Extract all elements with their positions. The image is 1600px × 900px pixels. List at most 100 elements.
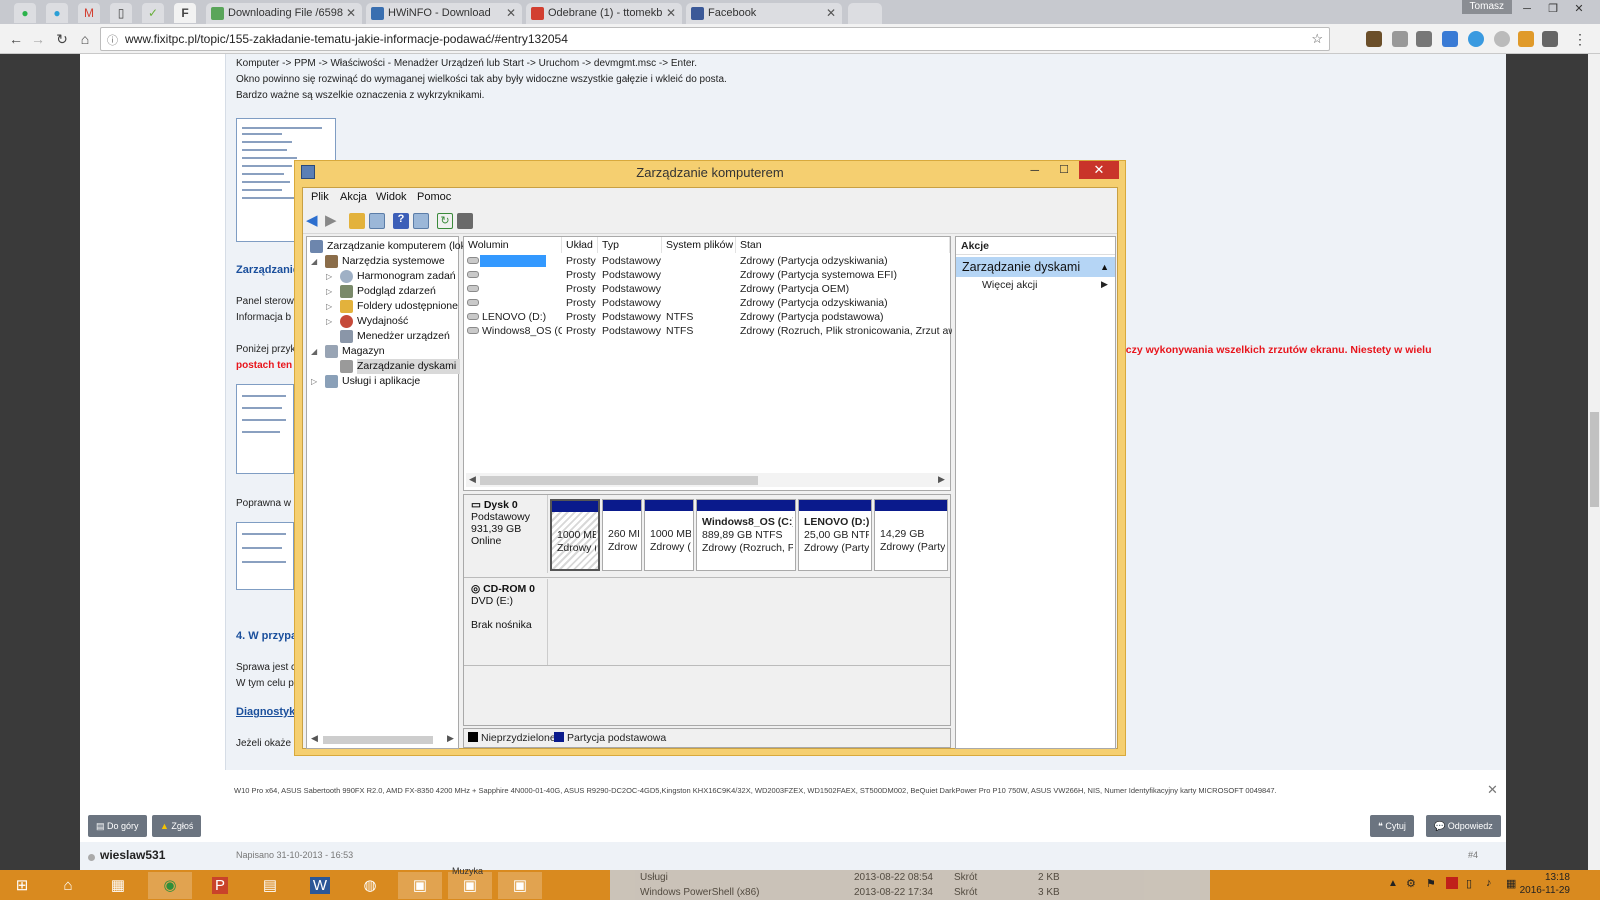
tab-gmail[interactable]: Odebrane (1) - ttomekb ✕: [526, 3, 682, 24]
show-tree-icon[interactable]: [369, 213, 385, 229]
partition-block[interactable]: 14,29 GB Zdrowy (Party: [874, 499, 948, 571]
keyboard-tray-icon[interactable]: ▦: [1506, 877, 1516, 890]
close-icon[interactable]: ✕: [666, 3, 676, 24]
tree-item-task-scheduler[interactable]: ▷ Harmonogram zadań: [326, 269, 456, 284]
extension-icon[interactable]: [1442, 31, 1458, 47]
start-button[interactable]: ⊞: [0, 872, 44, 899]
page-info-icon[interactable]: ⓘ: [107, 32, 118, 48]
close-window-icon[interactable]: ✕: [1079, 161, 1119, 179]
profile-badge[interactable]: Tomasz: [1461, 0, 1512, 14]
partition-block[interactable]: Windows8_OS (C:) 889,89 GB NTFS Zdrowy (Ro…: [696, 499, 796, 571]
menu-icon[interactable]: ⋮: [1570, 30, 1590, 48]
expand-icon[interactable]: ▷: [326, 299, 332, 314]
help-icon[interactable]: ?: [393, 213, 409, 229]
taskbar-explorer[interactable]: ▦: [96, 872, 140, 899]
volume-row[interactable]: Windows8_OS (C:)ProstyPodstawowyNTFSZdro…: [464, 324, 952, 338]
scrollbar-thumb[interactable]: [480, 476, 758, 485]
forward-icon[interactable]: →: [28, 30, 48, 48]
expand-icon[interactable]: ▷: [326, 269, 332, 284]
forward-arrow-icon[interactable]: ▶: [325, 213, 341, 229]
power-tray-icon[interactable]: ▯: [1466, 877, 1472, 890]
back-icon[interactable]: ←: [6, 30, 26, 48]
post-number[interactable]: #4: [1468, 850, 1478, 860]
diagnostics-link[interactable]: Diagnostyk: [236, 706, 295, 718]
eyedropper-icon[interactable]: [1392, 31, 1408, 47]
close-icon[interactable]: ✕: [346, 3, 356, 24]
collapse-icon[interactable]: ◢: [311, 254, 317, 269]
close-icon[interactable]: ✕: [506, 3, 516, 24]
partition-block[interactable]: 260 MI Zdrow: [602, 499, 642, 571]
cdrom-0-label[interactable]: ◎ CD-ROM 0 DVD (E:) Brak nośnika: [464, 579, 548, 665]
tab-download[interactable]: Downloading File /6598 ✕: [206, 3, 362, 24]
close-icon[interactable]: ✕: [1487, 782, 1498, 798]
tree-item-storage[interactable]: ◢ Magazyn: [311, 344, 385, 359]
taskbar-home[interactable]: ⌂: [46, 872, 90, 899]
expand-icon[interactable]: ▷: [326, 284, 332, 299]
post-author[interactable]: wieslaw531: [100, 848, 165, 862]
menu-file[interactable]: Plik: [311, 191, 329, 203]
column-header-filesystem[interactable]: System plików: [662, 237, 736, 253]
back-to-top-button[interactable]: ▤ Do góry: [88, 815, 147, 837]
actions-section-disk-management[interactable]: Zarządzanie dyskami ▲: [956, 257, 1115, 277]
taskbar-powerpoint[interactable]: P: [198, 872, 242, 899]
tab-facebook[interactable]: Facebook ✕: [686, 3, 842, 24]
screenshot-thumbnail[interactable]: [236, 384, 294, 474]
partition-block[interactable]: LENOVO (D:)25,00 GB NTFSZdrowy (Party: [798, 499, 872, 571]
taskbar-chrome[interactable]: ◉: [148, 872, 192, 899]
tree-item-performance[interactable]: ▷ Wydajność: [326, 314, 408, 329]
quote-button[interactable]: ❝ Cytuj: [1370, 815, 1414, 837]
volume-row[interactable]: Prosty Podstawowy Zdrowy (Partycja systemo…: [464, 268, 950, 282]
column-header-layout[interactable]: Układ: [562, 237, 598, 253]
address-bar[interactable]: ⓘ www.fixitpc.pl/topic/155-zakładanie-te…: [100, 27, 1330, 51]
volume-row[interactable]: Prosty Podstawowy Zdrowy (Partycja OEM): [464, 282, 950, 296]
partition-block[interactable]: 1000 MB Zdrowy (: [550, 499, 600, 571]
expand-icon[interactable]: ▷: [326, 314, 332, 329]
tree-item-services-apps[interactable]: ▷ Usługi i aplikacje: [311, 374, 420, 389]
taskbar-app-2[interactable]: ▣: [448, 872, 492, 899]
column-header-type[interactable]: Typ: [598, 237, 662, 253]
back-arrow-icon[interactable]: ◀: [306, 213, 322, 229]
extension-icon[interactable]: [1542, 31, 1558, 47]
taskbar-notepad[interactable]: ▤: [248, 872, 292, 899]
volume-tray-icon[interactable]: ♪: [1486, 877, 1492, 889]
extension-icon[interactable]: [1366, 31, 1382, 47]
section-link[interactable]: Zarządzanie: [236, 264, 299, 276]
tree-item-disk-management[interactable]: Zarządzanie dyskami: [340, 359, 461, 374]
show-action-pane-icon[interactable]: [413, 213, 429, 229]
tree-item-shared-folders[interactable]: ▷ Foldery udostępnione: [326, 299, 458, 314]
gmail-tab[interactable]: M: [78, 3, 100, 23]
collapse-icon[interactable]: ◢: [311, 344, 317, 359]
telegram-tab[interactable]: ●: [46, 3, 68, 23]
url-text[interactable]: www.fixitpc.pl/topic/155-zakładanie-tema…: [125, 28, 568, 50]
scroll-right-icon[interactable]: ▶: [938, 474, 945, 485]
menu-view[interactable]: Widok: [376, 191, 407, 203]
report-button[interactable]: ▲ Zgłoś: [152, 815, 202, 837]
tree-item-computer-management[interactable]: Zarządzanie komputerem (loka: [310, 239, 472, 254]
bookmark-star-icon[interactable]: ☆: [1311, 31, 1323, 47]
tree-item-device-manager[interactable]: Menedżer urządzeń: [340, 329, 450, 344]
extension-icon[interactable]: [1518, 31, 1534, 47]
maximize-icon[interactable]: ☐: [1059, 161, 1069, 179]
restore-icon[interactable]: ❐: [1540, 0, 1566, 18]
tab-hwinfo[interactable]: HWiNFO - Download ✕: [366, 3, 522, 24]
close-icon[interactable]: ✕: [826, 3, 836, 24]
scrollbar-thumb[interactable]: [323, 736, 433, 744]
fixitpc-tab[interactable]: F: [174, 3, 196, 23]
new-tab-button[interactable]: [848, 3, 882, 24]
taskbar-app-3[interactable]: ▣: [498, 872, 542, 899]
tree-horizontal-scrollbar[interactable]: ◀ ▶: [311, 733, 455, 746]
taskbar-word[interactable]: W: [298, 872, 342, 899]
screenshot-thumbnail[interactable]: [236, 522, 294, 590]
close-window-icon[interactable]: ✕: [1566, 0, 1592, 18]
taskbar-app[interactable]: ◍: [348, 872, 392, 899]
collapse-up-icon[interactable]: ▲: [1100, 257, 1109, 277]
page-scrollbar-thumb[interactable]: [1590, 412, 1599, 507]
minimize-icon[interactable]: ─: [1030, 161, 1039, 179]
extension-icon[interactable]: [1494, 31, 1510, 47]
volume-row[interactable]: LENOVO (D:) Prosty Podstawowy NTFS Zdrowy (P…: [464, 310, 950, 324]
extension-icon[interactable]: [1468, 31, 1484, 47]
network-tray-icon[interactable]: ⚙: [1406, 877, 1416, 890]
up-folder-icon[interactable]: [349, 213, 365, 229]
extension-icon[interactable]: [1416, 31, 1432, 47]
volume-row[interactable]: Prosty Podstawowy Zdrowy (Partycja odzyski…: [464, 254, 950, 268]
